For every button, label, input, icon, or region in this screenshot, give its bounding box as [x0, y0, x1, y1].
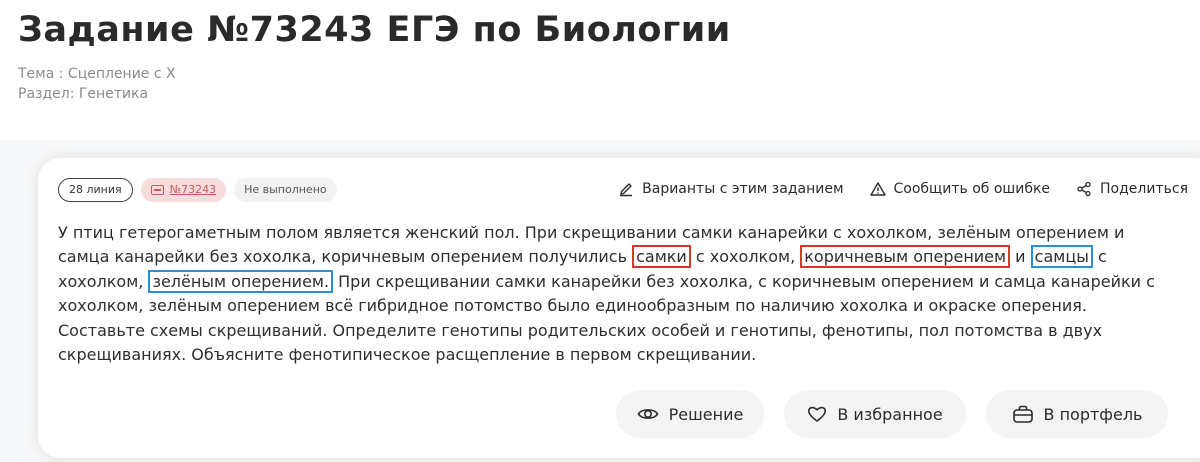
heart-icon — [807, 404, 827, 424]
share-icon — [1076, 181, 1092, 197]
solution-button[interactable]: Решение — [616, 390, 764, 438]
status-badge: Не выполнено — [234, 178, 337, 202]
section-label: Раздел: Генетика — [18, 86, 149, 102]
briefcase-icon — [1012, 404, 1034, 424]
portfolio-label: В портфель — [1043, 404, 1143, 424]
highlight-males: самцы — [1030, 245, 1093, 269]
task-text-part: с хохолком, — [690, 247, 801, 267]
pencil-icon — [618, 181, 634, 197]
task-actions: Варианты с этим заданием Сообщить об оши… — [618, 181, 1188, 197]
variants-link[interactable]: Варианты с этим заданием — [618, 181, 844, 197]
share-label: Поделиться — [1100, 181, 1188, 197]
task-text-part: и — [1010, 247, 1031, 267]
highlight-green-plumage: зелёным оперением. — [148, 269, 334, 293]
line-tag[interactable]: 28 линия — [58, 178, 133, 202]
highlight-brown-plumage: коричневым оперением — [800, 245, 1011, 269]
warning-icon — [869, 181, 886, 197]
favorite-label: В избранное — [837, 404, 943, 424]
share-link[interactable]: Поделиться — [1076, 181, 1188, 197]
task-buttons: Решение В избранное В портфель — [616, 390, 1168, 438]
report-error-link[interactable]: Сообщить об ошибке — [869, 181, 1051, 197]
portfolio-button[interactable]: В портфель — [986, 390, 1168, 438]
highlight-females: самки — [632, 245, 691, 269]
task-number-label: №73243 — [169, 183, 217, 196]
task-text: У птиц гетерогаметным полом является жен… — [58, 221, 1176, 367]
solution-label: Решение — [668, 404, 744, 424]
variants-label: Варианты с этим заданием — [642, 181, 844, 197]
report-label: Сообщить об ошибке — [893, 181, 1051, 197]
task-card: 28 линия №73243 Не выполнено Варианты с … — [38, 158, 1200, 458]
topic-label: Тема : Сцепление с X — [18, 66, 176, 82]
box-icon — [150, 185, 164, 195]
task-tags: 28 линия №73243 Не выполнено — [58, 178, 337, 202]
eye-icon — [637, 403, 659, 425]
task-number-tag[interactable]: №73243 — [140, 178, 227, 202]
page-title: Задание №73243 ЕГЭ по Биологии — [18, 10, 731, 50]
favorite-button[interactable]: В избранное — [784, 390, 966, 438]
